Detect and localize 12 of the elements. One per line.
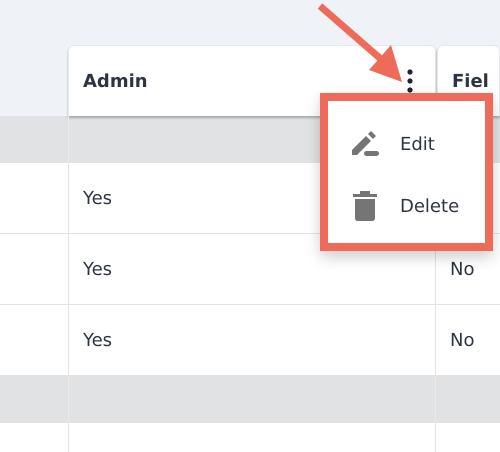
more-options-icon[interactable]: [407, 69, 413, 93]
column-header-label: Fiel: [452, 70, 489, 92]
menu-item[interactable]: Edit: [328, 113, 441, 175]
table-cell: No: [450, 258, 474, 280]
pencil-icon: [350, 131, 380, 157]
table-cell: Yes: [83, 188, 112, 208]
trash-icon: [353, 191, 377, 221]
table-cell: Yes: [83, 258, 112, 280]
table-cell: No: [450, 330, 474, 350]
table-cell: Yes: [83, 330, 112, 350]
menu-item[interactable]: Delete: [328, 175, 466, 237]
column-header-label: Admin: [83, 70, 148, 92]
